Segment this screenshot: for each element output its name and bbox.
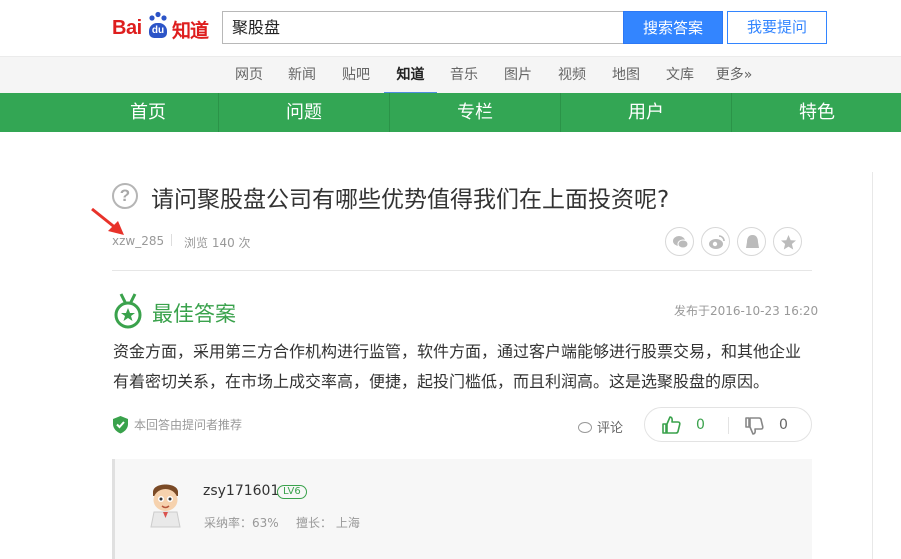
- answer-text-line: 有着密切关系，在市场上成交率高，便捷，起投门槛低，而且利润高。这是选聚股盘的原因…: [113, 372, 770, 391]
- search-answers-button[interactable]: 搜索答案: [623, 11, 723, 44]
- question-mark-icon: ?: [112, 183, 138, 209]
- header: Bai du 知道 聚股盘 搜索答案 我要提问: [0, 0, 901, 56]
- baidu-zhidao-logo[interactable]: Bai du 知道: [112, 8, 216, 44]
- comment-label: 评论: [597, 421, 624, 436]
- favorite-star-icon: [781, 235, 796, 250]
- asker-name[interactable]: xzw_285: [112, 234, 164, 248]
- share-qzone-button[interactable]: [737, 227, 766, 256]
- answer-text-line: 资金方面，采用第三方合作机构进行监管，软件方面，通过客户端能够进行股票交易，和其…: [113, 342, 802, 361]
- answer-timestamp: 发布于2016-10-23 16:20: [674, 304, 819, 318]
- best-answer-medal-icon: [114, 293, 142, 329]
- channel-news[interactable]: 新闻: [281, 57, 323, 94]
- question-title: 请问聚股盘公司有哪些优势值得我们在上面投资呢?: [151, 187, 670, 213]
- nav-columns[interactable]: 专栏: [390, 93, 560, 132]
- thumbs-up-icon[interactable]: [661, 415, 681, 435]
- favorite-button[interactable]: [773, 227, 802, 256]
- channel-webpage[interactable]: 网页: [228, 57, 270, 94]
- search-input[interactable]: 聚股盘: [222, 11, 624, 44]
- channel-map[interactable]: 地图: [605, 57, 647, 94]
- nav-questions[interactable]: 问题: [219, 93, 389, 132]
- logo-zhidao-text: 知道: [172, 20, 209, 42]
- comment-button[interactable]: 评论: [578, 417, 623, 436]
- channel-video[interactable]: 视频: [551, 57, 593, 94]
- recommended-note: 本回答由提问者推荐: [134, 418, 243, 432]
- weibo-icon: [709, 235, 725, 249]
- question-divider: [112, 270, 812, 271]
- upvote-count: 0: [696, 417, 705, 433]
- share-weibo-button[interactable]: [701, 227, 730, 256]
- logo-du-text: du: [149, 23, 167, 38]
- zhidao-main-nav: 首页 问题 专栏 用户 特色: [0, 93, 901, 132]
- adopt-rate: 采纳率：63%: [204, 516, 279, 530]
- thumbs-down-icon[interactable]: [744, 416, 764, 436]
- meta-divider: [171, 234, 172, 246]
- vote-box: 0 0: [644, 407, 812, 442]
- logo-bai-text: Bai: [112, 17, 142, 39]
- ask-question-button[interactable]: 我要提问: [727, 11, 827, 44]
- expertise: 擅长： 上海: [296, 516, 360, 530]
- channel-wenku[interactable]: 文库: [659, 57, 701, 94]
- nav-users[interactable]: 用户: [561, 93, 731, 132]
- level-badge: LV6: [277, 485, 307, 499]
- answerer-name[interactable]: zsy171601: [203, 483, 279, 499]
- avatar[interactable]: [143, 478, 188, 528]
- wechat-icon: [673, 236, 689, 249]
- channel-music[interactable]: 音乐: [443, 57, 485, 94]
- comment-icon: [578, 422, 592, 433]
- downvote-count: 0: [779, 417, 788, 433]
- channel-zhidao[interactable]: 知道: [384, 57, 437, 94]
- channel-images[interactable]: 图片: [497, 57, 539, 94]
- nav-featured[interactable]: 特色: [732, 93, 901, 132]
- vote-divider: [728, 417, 729, 434]
- best-answer-label: 最佳答案: [152, 302, 236, 326]
- red-arrow-icon: [91, 207, 124, 235]
- nav-home[interactable]: 首页: [63, 93, 233, 132]
- share-wechat-button[interactable]: [665, 227, 694, 256]
- channel-more[interactable]: 更多»: [711, 57, 757, 94]
- view-count: 浏览 140 次: [184, 236, 251, 250]
- answer-body: 资金方面，采用第三方合作机构进行监管，软件方面，通过客户端能够进行股票交易，和其…: [113, 337, 813, 397]
- qzone-icon: [746, 235, 759, 248]
- shield-check-icon: [113, 416, 128, 434]
- channel-nav: 网页 新闻 贴吧 知道 音乐 图片 视频 地图 文库 更多»: [0, 56, 901, 94]
- channel-tieba[interactable]: 贴吧: [335, 57, 377, 94]
- content-border: [872, 172, 873, 559]
- answerer-card: [112, 459, 812, 559]
